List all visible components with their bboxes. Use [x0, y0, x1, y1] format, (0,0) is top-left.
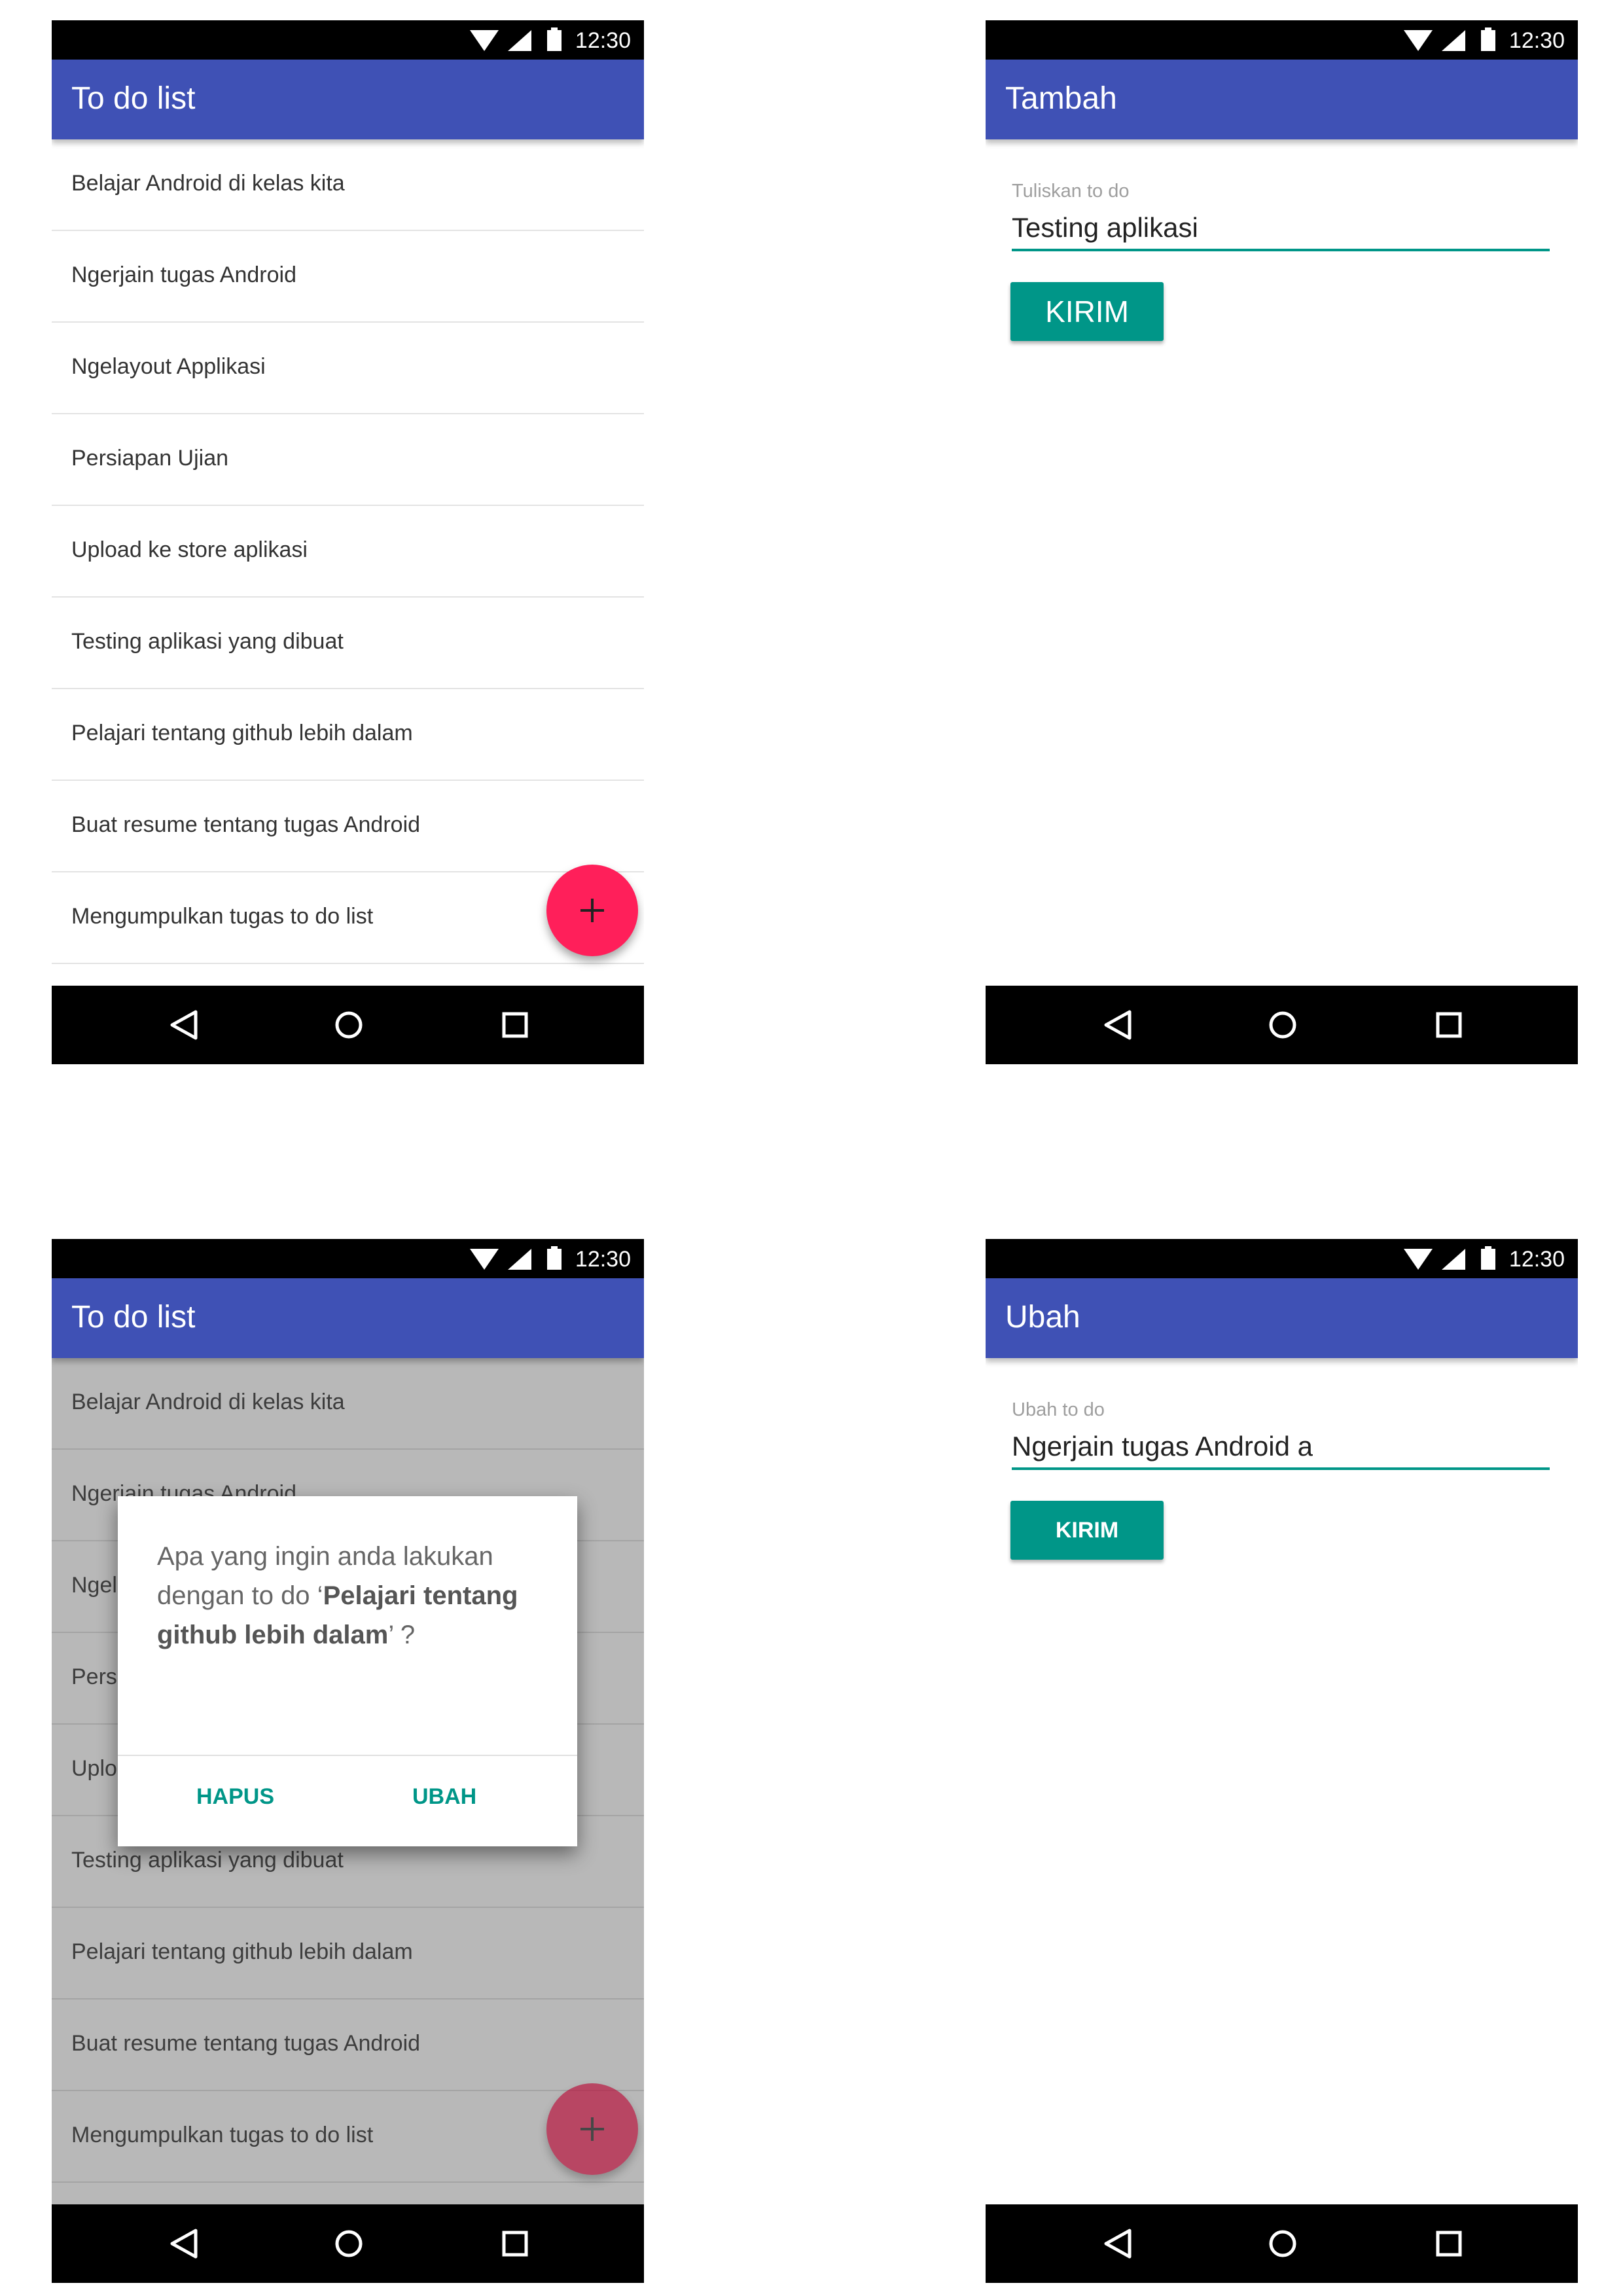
list-item-label: Mengumpulkan tugas to do list — [71, 904, 374, 929]
list-item[interactable]: Testing aplikasi yang dibuat — [52, 598, 644, 689]
app-bar: Tambah — [986, 60, 1578, 139]
app-bar: To do list — [52, 1278, 644, 1358]
status-bar: 12:30 — [52, 1239, 644, 1278]
navigation-bar — [52, 2204, 644, 2283]
list-item[interactable]: Ngerjain tugas Android — [52, 231, 644, 323]
add-todo-fab[interactable] — [546, 865, 638, 956]
todo-list: Belajar Android di kelas kita Ngerjain t… — [52, 139, 644, 964]
todo-field-label: Ubah to do — [1012, 1399, 1105, 1420]
status-time: 12:30 — [1508, 1247, 1565, 1272]
list-item[interactable]: Pelajari tentang github lebih dalam — [52, 689, 644, 781]
navigation-bar — [52, 986, 644, 1064]
delete-button[interactable]: HAPUS — [196, 1784, 274, 1810]
battery-icon — [547, 1246, 562, 1270]
status-time: 12:30 — [575, 28, 631, 53]
list-item-label: Testing aplikasi yang dibuat — [71, 629, 344, 654]
navigation-bar — [986, 2204, 1578, 2283]
back-icon[interactable] — [1103, 2228, 1132, 2259]
submit-button[interactable]: KIRIM — [1010, 1501, 1164, 1560]
phone-add-todo: 12:30 Tambah Tuliskan to do KIRIM — [986, 20, 1578, 1064]
recent-apps-icon[interactable] — [502, 2231, 528, 2257]
list-item-label: Upload ke store aplikasi — [71, 537, 308, 562]
wifi-icon — [1404, 1249, 1433, 1270]
list-item[interactable]: Upload ke store aplikasi — [52, 506, 644, 598]
list-item[interactable]: Belajar Android di kelas kita — [52, 139, 644, 231]
phone-todo-list: 12:30 To do list Belajar Android di kela… — [52, 20, 644, 1064]
recent-apps-icon[interactable] — [502, 1012, 528, 1038]
back-icon[interactable] — [169, 1009, 198, 1041]
list-item[interactable]: Persiapan Ujian — [52, 414, 644, 506]
page-title: To do list — [71, 1300, 196, 1335]
submit-button[interactable]: KIRIM — [1010, 282, 1164, 341]
list-item-label: Belajar Android di kelas kita — [71, 171, 345, 196]
action-dialog: Apa yang ingin anda lakukan dengan to do… — [118, 1496, 577, 1846]
status-bar: 12:30 — [986, 20, 1578, 60]
wifi-icon — [1404, 30, 1433, 51]
list-item-label: Buat resume tentang tugas Android — [71, 812, 421, 837]
dialog-message: Apa yang ingin anda lakukan dengan to do… — [157, 1537, 550, 1655]
status-time: 12:30 — [575, 1247, 631, 1272]
list-item[interactable]: Buat resume tentang tugas Android — [52, 781, 644, 872]
todo-field-label: Tuliskan to do — [1012, 181, 1130, 202]
recent-apps-icon[interactable] — [1436, 2231, 1462, 2257]
signal-icon — [1442, 30, 1465, 51]
list-item-label: Ngerjain tugas Android — [71, 262, 297, 287]
dialog-message-suffix: ’ ? — [388, 1621, 416, 1649]
list-item-label: Pelajari tentang github lebih dalam — [71, 721, 413, 745]
home-icon[interactable] — [1268, 2229, 1297, 2258]
status-time: 12:30 — [1508, 28, 1565, 53]
list-item-label: Persiapan Ujian — [71, 446, 229, 471]
battery-icon — [1481, 1246, 1495, 1270]
edit-button[interactable]: UBAH — [412, 1784, 476, 1810]
plus-icon — [580, 899, 604, 922]
back-icon[interactable] — [1103, 1009, 1132, 1041]
navigation-bar — [986, 986, 1578, 1064]
wifi-icon — [470, 30, 499, 51]
signal-icon — [508, 1249, 531, 1270]
battery-icon — [1481, 27, 1495, 51]
back-icon[interactable] — [169, 2228, 198, 2259]
home-icon[interactable] — [334, 2229, 363, 2258]
status-bar: 12:30 — [986, 1239, 1578, 1278]
recent-apps-icon[interactable] — [1436, 1012, 1462, 1038]
signal-icon — [508, 30, 531, 51]
list-item[interactable]: Ngelayout Applikasi — [52, 323, 644, 414]
phone-edit-todo: 12:30 Ubah Ubah to do KIRIM — [986, 1239, 1578, 2283]
home-icon[interactable] — [334, 1011, 363, 1039]
wifi-icon — [470, 1249, 499, 1270]
app-bar: To do list — [52, 60, 644, 139]
todo-input[interactable] — [1012, 207, 1550, 251]
phone-todo-dialog: 12:30 To do list Belajar Android di kela… — [52, 1239, 644, 2283]
page-title: To do list — [71, 81, 196, 116]
status-bar: 12:30 — [52, 20, 644, 60]
dialog-divider — [118, 1755, 577, 1756]
page-title: Ubah — [1005, 1300, 1080, 1335]
app-bar: Ubah — [986, 1278, 1578, 1358]
battery-icon — [547, 27, 562, 51]
home-icon[interactable] — [1268, 1011, 1297, 1039]
list-item-label: Ngelayout Applikasi — [71, 354, 266, 379]
page-title: Tambah — [1005, 81, 1117, 116]
signal-icon — [1442, 1249, 1465, 1270]
todo-input[interactable] — [1012, 1426, 1550, 1470]
